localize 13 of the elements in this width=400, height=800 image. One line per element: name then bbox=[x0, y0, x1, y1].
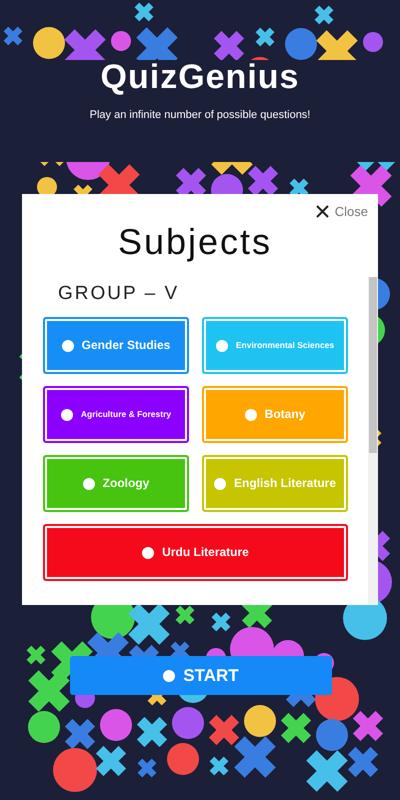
start-button[interactable]: START bbox=[70, 656, 332, 695]
subject-button[interactable]: Gender Studies bbox=[43, 317, 189, 374]
subject-button[interactable]: Environmental Sciences bbox=[202, 317, 348, 374]
subject-button[interactable]: English Literature bbox=[202, 455, 348, 512]
dialog-title: Subjects bbox=[118, 224, 272, 260]
app-subtitle: Play an infinite number of possible questions! bbox=[88, 108, 312, 123]
app-title: QuizGenius bbox=[100, 60, 300, 94]
subject-button[interactable]: Urdu Literature bbox=[43, 524, 348, 581]
subject-button[interactable]: Agriculture & Forestry bbox=[43, 386, 189, 443]
subject-button[interactable]: Botany bbox=[202, 386, 348, 443]
close-button[interactable]: Close bbox=[316, 202, 368, 222]
subject-button[interactable]: Zoology bbox=[43, 455, 189, 512]
group-heading: GROUP – V bbox=[58, 284, 180, 303]
